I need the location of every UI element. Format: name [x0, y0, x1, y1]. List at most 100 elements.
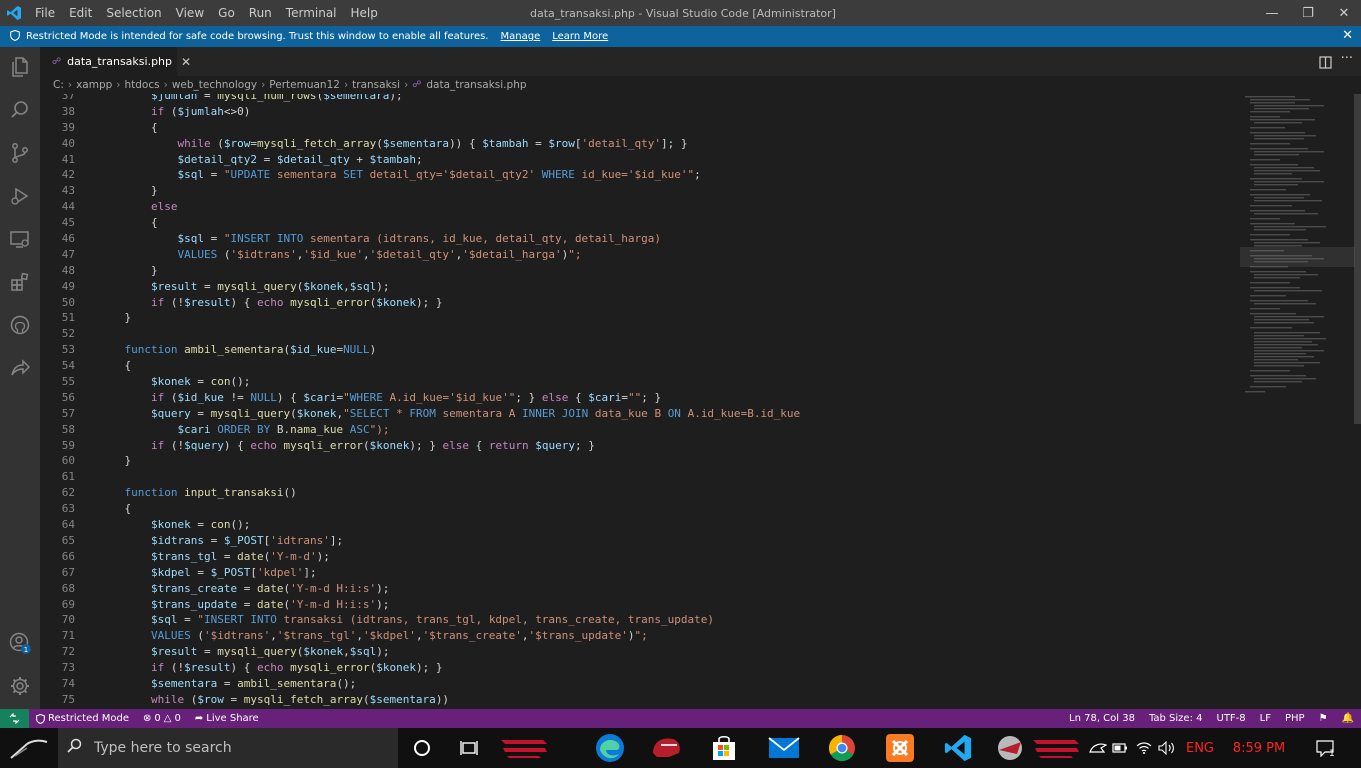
- code-line[interactable]: 53 function ambil_sementara($id_kue=NULL…: [40, 342, 1235, 358]
- line-text[interactable]: $trans_create = date('Y-m-d H:i:s');: [98, 581, 389, 597]
- code-line[interactable]: 44 else: [40, 199, 1235, 215]
- code-line[interactable]: 42 $sql = "UPDATE sementara SET detail_q…: [40, 167, 1235, 183]
- tab-size[interactable]: Tab Size: 4: [1142, 713, 1210, 724]
- code-line[interactable]: 46 $sql = "INSERT INTO sementara (idtran…: [40, 231, 1235, 247]
- feedback-icon[interactable]: ⚑: [1312, 713, 1335, 724]
- breadcrumb-item[interactable]: web_technology: [172, 79, 257, 91]
- microsoft-store-icon[interactable]: [698, 728, 750, 768]
- learn-more-link[interactable]: Learn More: [552, 31, 608, 42]
- code-line[interactable]: 63 {: [40, 501, 1235, 517]
- line-text[interactable]: VALUES ('$idtrans','$trans_tgl','$kdpel'…: [98, 628, 648, 644]
- code-line[interactable]: 48 }: [40, 263, 1235, 279]
- code-line[interactable]: 37 $jumlah = mysqli_num_rows($sementara)…: [40, 94, 1235, 104]
- taskbar-search-input[interactable]: Type here to search: [58, 728, 398, 768]
- code-line[interactable]: 71 VALUES ('$idtrans','$trans_tgl','$kdp…: [40, 628, 1235, 644]
- code-line[interactable]: 56 if ($id_kue != NULL) { $cari="WHERE A…: [40, 390, 1235, 406]
- line-text[interactable]: $idtrans = $_POST['idtrans'];: [98, 533, 343, 549]
- line-text[interactable]: $detail_qty2 = $detail_qty + $tambah;: [98, 152, 422, 168]
- cursor-position[interactable]: Ln 78, Col 38: [1062, 713, 1142, 724]
- more-actions-icon[interactable]: ···: [1341, 51, 1353, 66]
- accounts-icon[interactable]: 1: [0, 623, 40, 663]
- code-line[interactable]: 64 $konek = con();: [40, 517, 1235, 533]
- code-line[interactable]: 50 if (!$result) { echo mysqli_error($ko…: [40, 295, 1235, 311]
- minimap[interactable]: [1240, 94, 1355, 709]
- code-lines[interactable]: 37 $jumlah = mysqli_num_rows($sementara)…: [40, 94, 1235, 708]
- line-text[interactable]: {: [98, 120, 158, 136]
- line-text[interactable]: }: [98, 453, 132, 469]
- volume-icon[interactable]: [1156, 728, 1178, 768]
- explorer-icon[interactable]: [0, 47, 40, 87]
- xampp-icon[interactable]: [874, 728, 926, 768]
- line-text[interactable]: if (!$query) { echo mysqli_error($konek)…: [98, 438, 595, 454]
- live-share-icon[interactable]: [0, 348, 40, 388]
- chrome-icon[interactable]: [816, 728, 868, 768]
- battery-icon[interactable]: [1110, 728, 1130, 768]
- line-text[interactable]: $sql = "INSERT INTO sementara (idtrans, …: [98, 231, 661, 247]
- rog-tray-icon[interactable]: [1086, 728, 1110, 768]
- breadcrumb-item[interactable]: transaksi: [352, 79, 400, 91]
- line-text[interactable]: if (!$result) { echo mysqli_error($konek…: [98, 295, 442, 311]
- close-banner-icon[interactable]: ✕: [1342, 28, 1353, 43]
- line-text[interactable]: VALUES ('$idtrans','$id_kue','$detail_qt…: [98, 247, 581, 263]
- start-button-icon[interactable]: [0, 728, 58, 768]
- line-text[interactable]: }: [98, 263, 158, 279]
- code-line[interactable]: 69 $trans_update = date('Y-m-d H:i:s');: [40, 597, 1235, 613]
- menu-selection[interactable]: Selection: [99, 0, 168, 26]
- code-line[interactable]: 62 function input_transaksi(): [40, 485, 1235, 501]
- line-text[interactable]: $konek = con();: [98, 517, 250, 533]
- cortana-icon[interactable]: [396, 728, 448, 768]
- task-view-icon[interactable]: [444, 728, 496, 768]
- wifi-icon[interactable]: [1134, 728, 1154, 768]
- line-text[interactable]: {: [98, 215, 158, 231]
- code-line[interactable]: 67 $kdpel = $_POST['kdpel'];: [40, 565, 1235, 581]
- code-line[interactable]: 58 $cari ORDER BY B.nama_kue ASC");: [40, 422, 1235, 438]
- menu-terminal[interactable]: Terminal: [279, 0, 344, 26]
- line-text[interactable]: while ($row=mysqli_fetch_array($sementar…: [98, 136, 687, 152]
- end-of-line[interactable]: LF: [1253, 713, 1278, 724]
- breadcrumb-item[interactable]: C:: [53, 79, 64, 91]
- github-icon[interactable]: [0, 305, 40, 345]
- code-line[interactable]: 43 }: [40, 183, 1235, 199]
- code-line[interactable]: 57 $query = mysqli_query($konek,"SELECT …: [40, 406, 1235, 422]
- language-mode[interactable]: PHP: [1278, 713, 1312, 724]
- line-text[interactable]: $sementara = ambil_sementara();: [98, 676, 356, 692]
- vscode-taskbar-icon[interactable]: [932, 728, 984, 768]
- menu-help[interactable]: Help: [344, 0, 385, 26]
- line-text[interactable]: $result = mysqli_query($konek,$sql);: [98, 644, 389, 660]
- line-text[interactable]: if (!$result) { echo mysqli_error($konek…: [98, 660, 442, 676]
- editor-scrollbar[interactable]: [1354, 94, 1361, 424]
- close-window-button[interactable]: ✕: [1327, 0, 1361, 26]
- code-line[interactable]: 38 if ($jumlah<>0): [40, 104, 1235, 120]
- minimize-button[interactable]: —: [1255, 0, 1289, 26]
- line-text[interactable]: if ($id_kue != NULL) { $cari="WHERE A.id…: [98, 390, 661, 406]
- code-line[interactable]: 41 $detail_qty2 = $detail_qty + $tambah;: [40, 152, 1235, 168]
- line-text[interactable]: $sql = "INSERT INTO transaksi (idtrans, …: [98, 612, 714, 628]
- code-line[interactable]: 52: [40, 326, 1235, 342]
- code-editor[interactable]: 37 $jumlah = mysqli_num_rows($sementara)…: [40, 94, 1361, 709]
- live-share-status[interactable]: ➦ Live Share: [188, 713, 266, 724]
- line-text[interactable]: $cari ORDER BY B.nama_kue ASC");: [98, 422, 389, 438]
- search-icon[interactable]: [0, 90, 40, 130]
- code-line[interactable]: 60 }: [40, 453, 1235, 469]
- breadcrumb-item[interactable]: data_transaksi.php: [426, 79, 526, 91]
- code-line[interactable]: 72 $result = mysqli_query($konek,$sql);: [40, 644, 1235, 660]
- notification-center-icon[interactable]: 1: [1308, 728, 1342, 768]
- line-text[interactable]: else: [98, 199, 178, 215]
- line-text[interactable]: while ($row = mysqli_fetch_array($sement…: [98, 692, 449, 708]
- code-line[interactable]: 61: [40, 469, 1235, 485]
- menu-run[interactable]: Run: [242, 0, 279, 26]
- menu-go[interactable]: Go: [211, 0, 242, 26]
- close-tab-icon[interactable]: ✕: [181, 55, 191, 69]
- line-text[interactable]: $query = mysqli_query($konek,"SELECT * F…: [98, 406, 800, 422]
- input-language[interactable]: ENG: [1180, 728, 1220, 768]
- line-text[interactable]: {: [98, 501, 132, 517]
- rog-gaming-icon[interactable]: [984, 728, 1036, 768]
- breadcrumb-item[interactable]: htdocs: [125, 79, 160, 91]
- line-text[interactable]: {: [98, 358, 132, 374]
- line-text[interactable]: $kdpel = $_POST['kdpel'];: [98, 565, 317, 581]
- source-control-icon[interactable]: [0, 133, 40, 173]
- line-text[interactable]: }: [98, 183, 158, 199]
- problems-status[interactable]: ⊗ 0 △ 0: [136, 713, 188, 724]
- line-text[interactable]: $trans_update = date('Y-m-d H:i:s');: [98, 597, 389, 613]
- breadcrumb-item[interactable]: xampp: [76, 79, 112, 91]
